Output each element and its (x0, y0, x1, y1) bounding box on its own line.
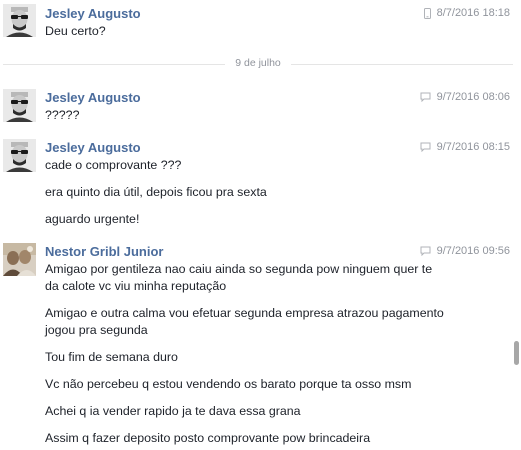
message-meta: 8/7/2016 18:18 (423, 7, 510, 19)
message-text: Amigao e outra calma vou efetuar segunda… (45, 306, 444, 320)
message-meta: 9/7/2016 08:06 (420, 91, 510, 103)
message-meta: 9/7/2016 08:15 (420, 141, 510, 153)
message-text: Vc não percebeu q estou vendendo os bara… (45, 377, 412, 391)
timestamp[interactable]: 9/7/2016 09:56 (437, 245, 510, 257)
sender-name[interactable]: Jesley Augusto (45, 6, 141, 21)
sender-name[interactable]: Nestor Gribl Junior (45, 244, 163, 259)
message-text: Deu certo? (45, 24, 106, 38)
mobile-icon (423, 7, 431, 19)
timestamp[interactable]: 8/7/2016 18:18 (437, 7, 510, 19)
divider-line (291, 64, 513, 65)
sender-name[interactable]: Jesley Augusto (45, 140, 141, 155)
chat-bubble-icon (420, 92, 431, 102)
timestamp[interactable]: 9/7/2016 08:06 (437, 91, 510, 103)
message-text: da calote vc viu minha reputação (45, 279, 227, 293)
avatar[interactable] (3, 4, 36, 37)
chat-bubble-icon (420, 246, 431, 256)
message-text: jogou pra segunda (45, 323, 148, 337)
scrollbar-thumb[interactable] (514, 341, 519, 365)
message-thread: Jesley Augusto 8/7/2016 18:18 Deu certo?… (0, 0, 521, 450)
date-divider-label: 9 de julho (235, 57, 281, 69)
timestamp[interactable]: 9/7/2016 08:15 (437, 141, 510, 153)
message-text: aguardo urgente! (45, 212, 140, 226)
message-text: Amigao por gentileza nao caiu ainda so s… (45, 262, 433, 276)
date-divider: 9 de julho (3, 57, 513, 71)
avatar[interactable] (3, 243, 36, 276)
avatar[interactable] (3, 139, 36, 172)
sender-name[interactable]: Jesley Augusto (45, 90, 141, 105)
avatar[interactable] (3, 89, 36, 122)
message-text: Achei q ia vender rapido ja te dava essa… (45, 404, 301, 418)
message-text: cade o comprovante ??? (45, 158, 182, 172)
message-text: Assim q fazer deposito posto comprovante… (45, 431, 371, 445)
message-text: era quinto dia útil, depois ficou pra se… (45, 185, 267, 199)
message-text: Tou fim de semana duro (45, 350, 178, 364)
message-text: ????? (45, 108, 80, 122)
chat-bubble-icon (420, 142, 431, 152)
message-meta: 9/7/2016 09:56 (420, 245, 510, 257)
